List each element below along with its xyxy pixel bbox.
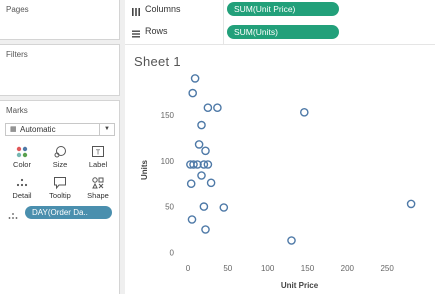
marks-card-title: Marks [6,106,28,115]
columns-shelf[interactable]: Columns SUM(Unit Price) [125,0,435,23]
scatter-point[interactable] [219,203,229,212]
rows-shelf[interactable]: Rows SUM(Units) [125,22,435,45]
x-axis-title: Unit Price [281,281,319,290]
shape-icon [81,176,115,190]
label-button-label: Label [88,160,108,169]
shelf-divider [223,22,224,44]
scatter-point[interactable] [287,236,296,245]
mark-type-dropdown[interactable]: ▦ Automatic ▼ [5,123,115,136]
shape-button[interactable]: Shape [81,174,115,202]
scatter-point[interactable] [213,103,222,113]
scatter-point[interactable] [197,120,206,130]
filters-card-title: Filters [6,50,28,59]
label-icon: T [81,145,115,159]
detail-button[interactable]: Detail [5,174,39,202]
x-tick-label: 0 [186,264,191,273]
detail-field-pill[interactable]: DAY(Order Da.. [25,206,112,219]
size-icon [43,145,77,159]
detail-icon [7,208,19,226]
mark-type-value: Automatic [20,125,56,134]
y-tick-label: 150 [161,111,175,120]
mark-type-icon: ▦ [10,126,17,133]
y-axis-title: Units [140,159,149,180]
y-tick-label: 0 [170,248,175,257]
columns-icon [131,4,141,22]
scatter-point[interactable] [188,88,197,98]
scatter-point[interactable] [190,74,200,83]
scatter-point[interactable] [187,215,197,224]
chevron-down-icon: ▼ [99,124,114,135]
pages-card-title: Pages [6,5,29,14]
x-tick-label: 100 [261,264,275,273]
tooltip-button-label: Tooltip [49,191,71,200]
detail-button-label: Detail [12,191,32,200]
rows-icon [131,26,141,44]
scatter-point[interactable] [206,178,216,188]
size-button-label: Size [52,160,68,169]
shelf-divider [223,0,224,22]
y-tick-label: 50 [165,203,174,212]
x-tick-label: 150 [301,264,315,273]
scatter-chart: 0 50 100 150 0 50 100 150 200 250 Units Unit Pri… [140,74,416,290]
scatter-point[interactable] [299,108,309,117]
tableau-workspace: Pages Filters Marks ▦ Automatic ▼ Color [0,0,435,294]
x-tick-label: 250 [380,264,394,273]
scatter-point[interactable] [199,202,209,211]
x-tick-label: 200 [341,264,355,273]
worksheet-view: Sheet 1 0 50 100 150 0 50 100 150 200 250 Units … [125,45,435,294]
scatter-point[interactable] [203,103,213,113]
scatter-point[interactable] [194,140,204,149]
size-button[interactable]: Size [43,143,77,171]
detail-icon [5,176,39,190]
y-tick-label: 100 [161,157,175,166]
columns-shelf-label: Columns [145,4,181,14]
marks-card: Marks ▦ Automatic ▼ Color Size T Label D… [0,100,120,294]
color-button-label: Color [13,160,31,169]
scatter-point[interactable] [197,171,206,180]
tooltip-button[interactable]: Tooltip [43,174,77,202]
scatter-point[interactable] [201,146,210,156]
label-button[interactable]: T Label [81,143,115,171]
columns-field-pill[interactable]: SUM(Unit Price) [227,2,339,16]
color-dots-icon [5,145,39,159]
shape-button-label: Shape [87,191,109,200]
rows-field-pill[interactable]: SUM(Units) [227,25,339,39]
svg-text:T: T [96,150,101,157]
filters-card[interactable]: Filters [0,44,120,96]
scatter-point[interactable] [201,225,210,234]
scatter-point[interactable] [406,199,416,209]
tooltip-icon [43,176,77,190]
x-tick-label: 50 [223,264,232,273]
pages-card[interactable]: Pages [0,0,120,40]
rows-shelf-label: Rows [145,26,168,36]
color-button[interactable]: Color [5,143,39,171]
scatter-point[interactable] [186,179,196,188]
